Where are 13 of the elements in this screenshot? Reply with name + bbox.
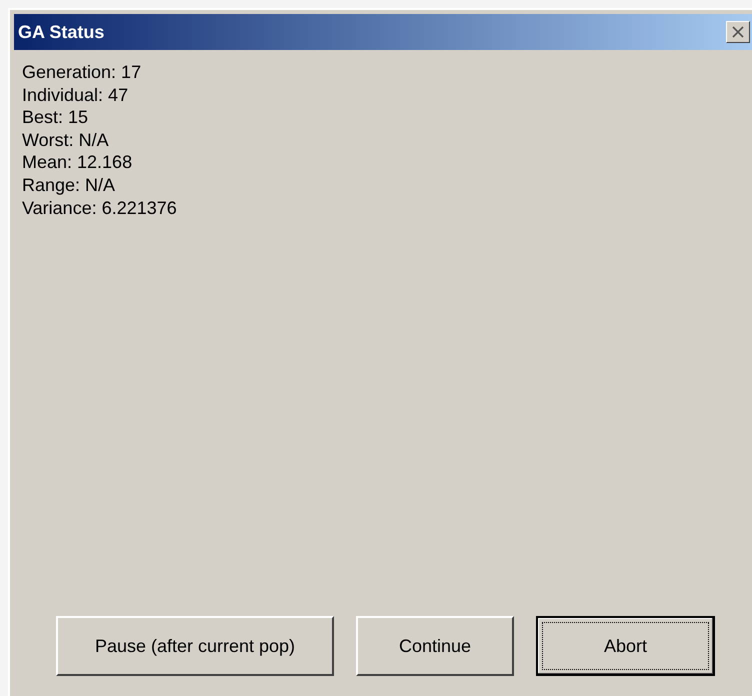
status-line: Individual: 47 — [22, 84, 130, 106]
dialog-button[interactable]: Continue — [356, 616, 514, 676]
status-line: Worst: N/A — [22, 128, 110, 152]
status-line: Range: N/A — [22, 174, 116, 197]
status-line: Variance: 6.221376 — [22, 196, 178, 220]
dialog-button[interactable]: Abort — [536, 616, 715, 676]
status-line: Best: 15 — [22, 106, 90, 129]
status-line: Mean: 12.168 — [22, 151, 134, 174]
close-icon — [732, 26, 744, 38]
status-line: Generation: 17 — [22, 61, 142, 84]
dialog-button[interactable]: Pause (after current pop) — [56, 616, 334, 676]
close-button[interactable] — [726, 21, 750, 43]
window-title: GA Status — [18, 20, 104, 44]
